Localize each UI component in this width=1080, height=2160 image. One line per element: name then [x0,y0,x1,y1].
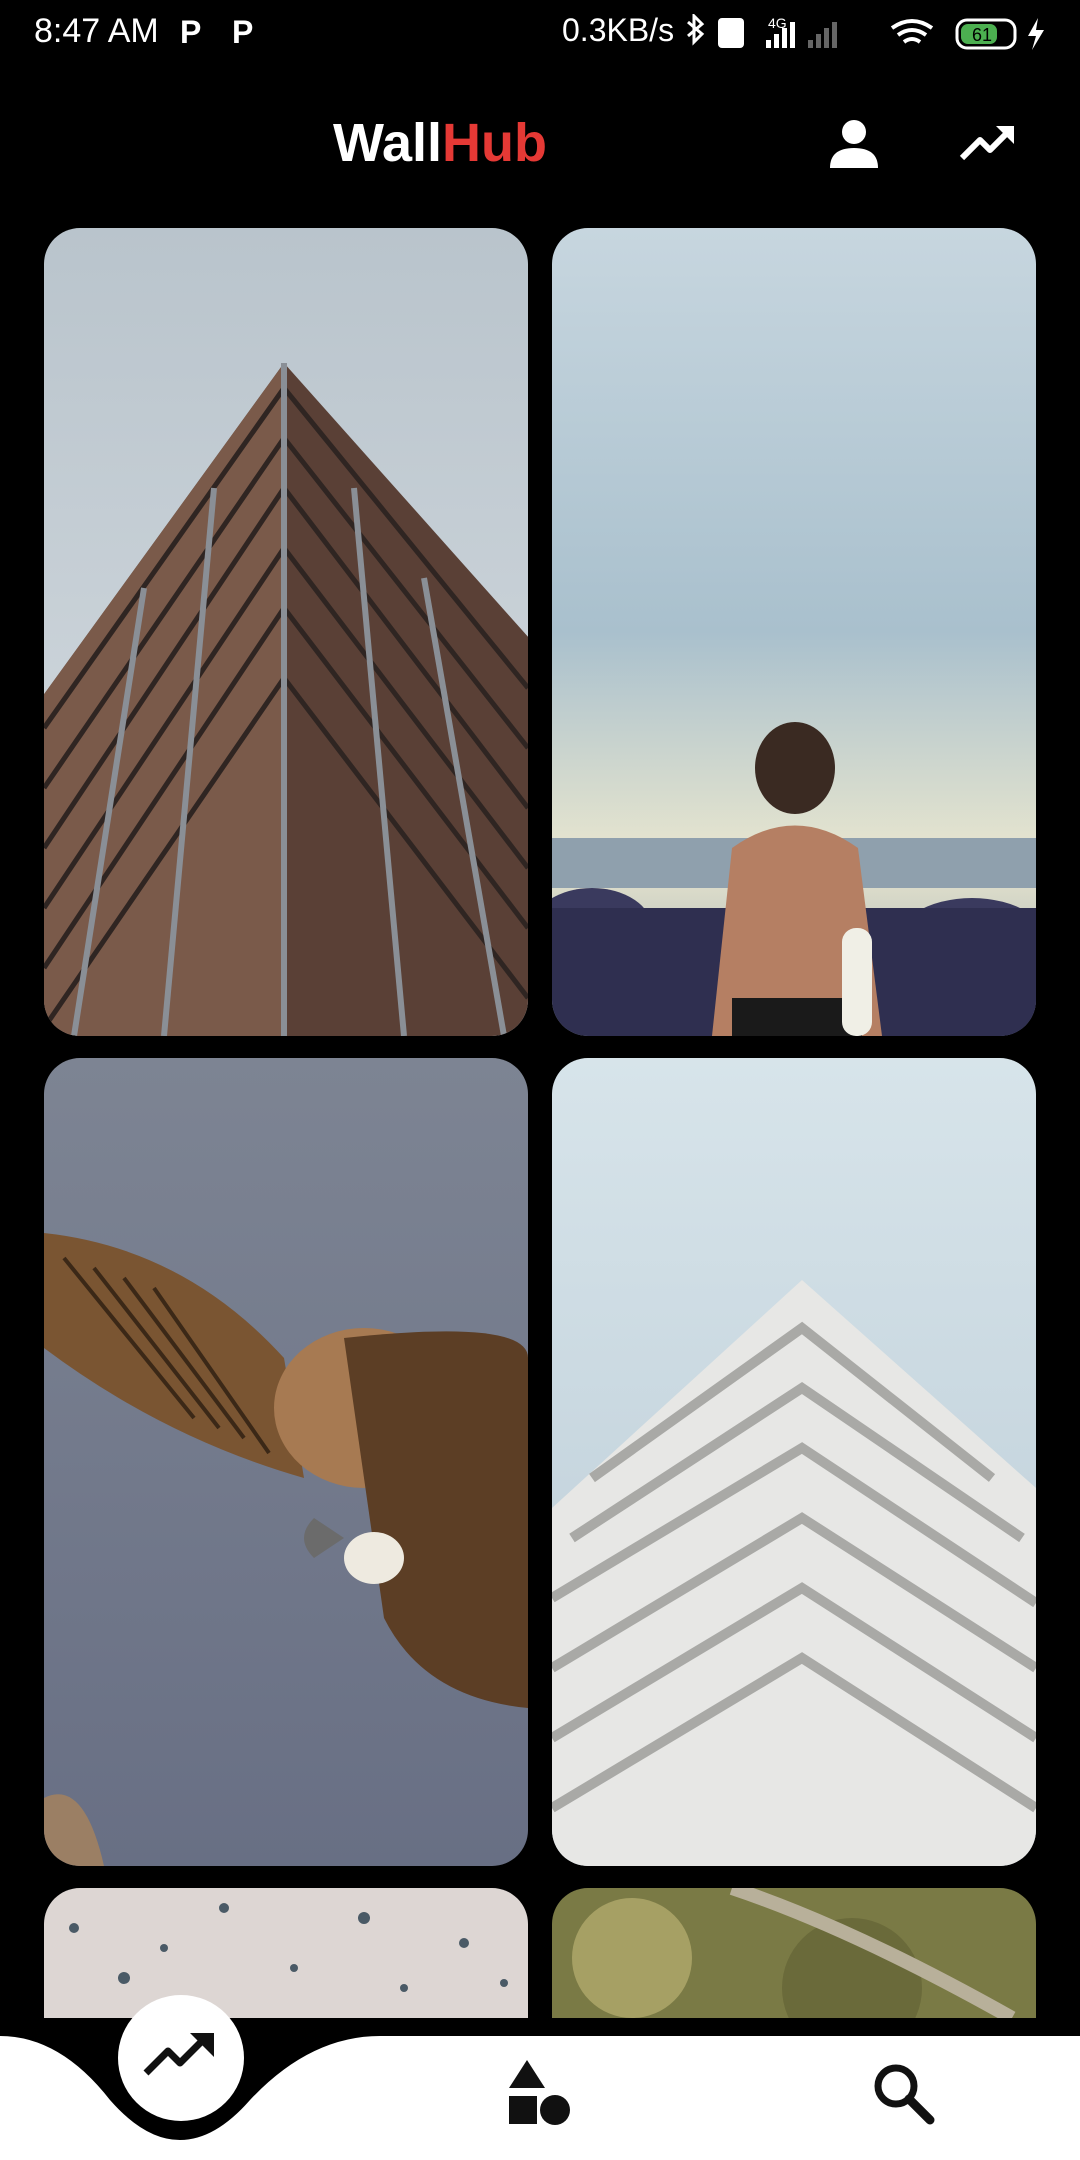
app-title: WallHub [0,112,880,174]
categories-icon[interactable] [505,2058,575,2128]
app-title-hub: Hub [442,113,547,173]
trending-icon [143,2033,214,2076]
wallpaper-card-snow[interactable] [44,1888,528,2018]
status-icons: 4G 61 [687,14,1044,50]
wallpaper-image [44,228,528,1036]
volte-icon [718,18,744,48]
battery-icon: 61 [955,18,1017,50]
status-bar: 8:47 AM P P 0.3KB/s 4G 61 [0,0,1080,66]
wallpaper-card-man-beach[interactable] [552,228,1036,1036]
wallpaper-card-branch[interactable] [552,1888,1036,2018]
wifi-icon [890,19,934,44]
wallpaper-card-vulture[interactable] [44,1058,528,1866]
trending-icon[interactable] [956,112,1020,176]
signal-icon-2 [808,22,837,48]
wallpaper-image [44,1888,528,2018]
notification-icon: P [180,14,202,50]
bluetooth-icon [687,14,705,46]
wallpaper-card-white-building[interactable] [552,1058,1036,1866]
notification-icon: P [232,14,254,50]
wallpaper-image [552,1058,1036,1866]
status-time: 8:47 AM [34,12,159,50]
app-title-wall: Wall [333,113,443,173]
network-speed: 0.3KB/s [562,12,675,48]
wallpaper-image [552,1888,1036,2018]
wallpaper-card-building-brown[interactable] [44,228,528,1036]
search-icon[interactable] [868,2058,938,2128]
wallpaper-image [552,228,1036,1036]
charging-icon [1028,18,1044,50]
svg-text:61: 61 [972,25,992,45]
nav-trending-button[interactable] [118,1995,244,2121]
wallpaper-image [44,1058,528,1866]
person-icon[interactable] [822,112,886,176]
